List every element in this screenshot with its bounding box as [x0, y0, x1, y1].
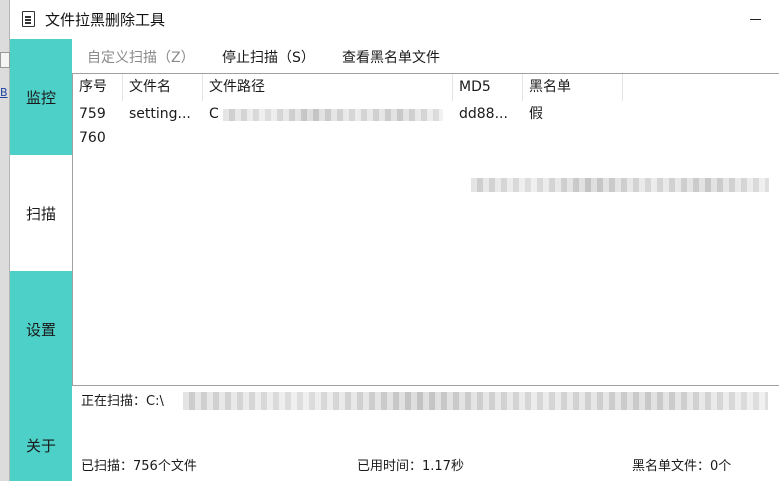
table-header: 序号 文件名 文件路径 MD5 黑名单 — [73, 74, 779, 101]
cell-blacklisted: 假 — [529, 106, 543, 122]
scanned-count: 已扫描：756个文件 — [81, 459, 197, 474]
blacklist-count: 黑名单文件：0个 — [632, 459, 732, 474]
cell-index: 759 — [79, 106, 106, 122]
column-header-blacklist[interactable]: 黑名单 — [523, 74, 623, 101]
stop-scan-button[interactable]: 停止扫描（S） — [222, 47, 315, 67]
window-title: 文件拉黑删除工具 — [45, 11, 166, 29]
redacted-overlay — [471, 178, 769, 192]
column-header-md5[interactable]: MD5 — [453, 74, 523, 101]
title-bar: 文件拉黑删除工具 — [10, 0, 779, 39]
column-header-index[interactable]: 序号 — [73, 74, 123, 101]
background-window-control — [0, 52, 10, 68]
redacted-path — [223, 109, 443, 121]
cell-md5: dd88... — [459, 106, 508, 122]
toolbar: 自定义扫描（Z） 停止扫描（S） 查看黑名单文件 — [72, 39, 779, 73]
sidebar-nav: 监控 扫描 设置 关于 — [10, 39, 72, 481]
table-row[interactable]: 760 — [73, 126, 779, 150]
nav-item-scan[interactable]: 扫描 — [10, 155, 72, 271]
cell-path: C — [209, 106, 219, 122]
minimize-icon — [749, 18, 761, 21]
nav-item-label: 关于 — [25, 436, 56, 455]
scanning-status: 正在扫描：C:\ — [81, 394, 164, 409]
background-window-link: B — [0, 86, 8, 99]
redacted-scan-path — [183, 392, 768, 410]
nav-item-settings[interactable]: 设置 — [10, 271, 72, 387]
custom-scan-button[interactable]: 自定义扫描（Z） — [87, 47, 195, 67]
results-table[interactable]: 序号 文件名 文件路径 MD5 黑名单 759 setting... C dd8… — [72, 73, 779, 386]
nav-item-label: 设置 — [25, 320, 56, 339]
minimize-button[interactable] — [731, 0, 779, 39]
nav-item-label: 扫描 — [25, 204, 56, 223]
column-header-path[interactable]: 文件路径 — [203, 74, 453, 101]
document-icon — [22, 11, 35, 27]
view-blacklist-button[interactable]: 查看黑名单文件 — [342, 47, 440, 67]
background-window-strip: B — [0, 0, 10, 481]
nav-item-label: 监控 — [25, 88, 56, 107]
nav-item-about[interactable]: 关于 — [10, 387, 72, 481]
nav-item-monitor[interactable]: 监控 — [10, 39, 72, 155]
cell-filename: setting... — [129, 106, 191, 122]
elapsed-time: 已用时间：1.17秒 — [357, 459, 464, 474]
column-header-filename[interactable]: 文件名 — [123, 74, 203, 101]
cell-index: 760 — [79, 130, 106, 146]
